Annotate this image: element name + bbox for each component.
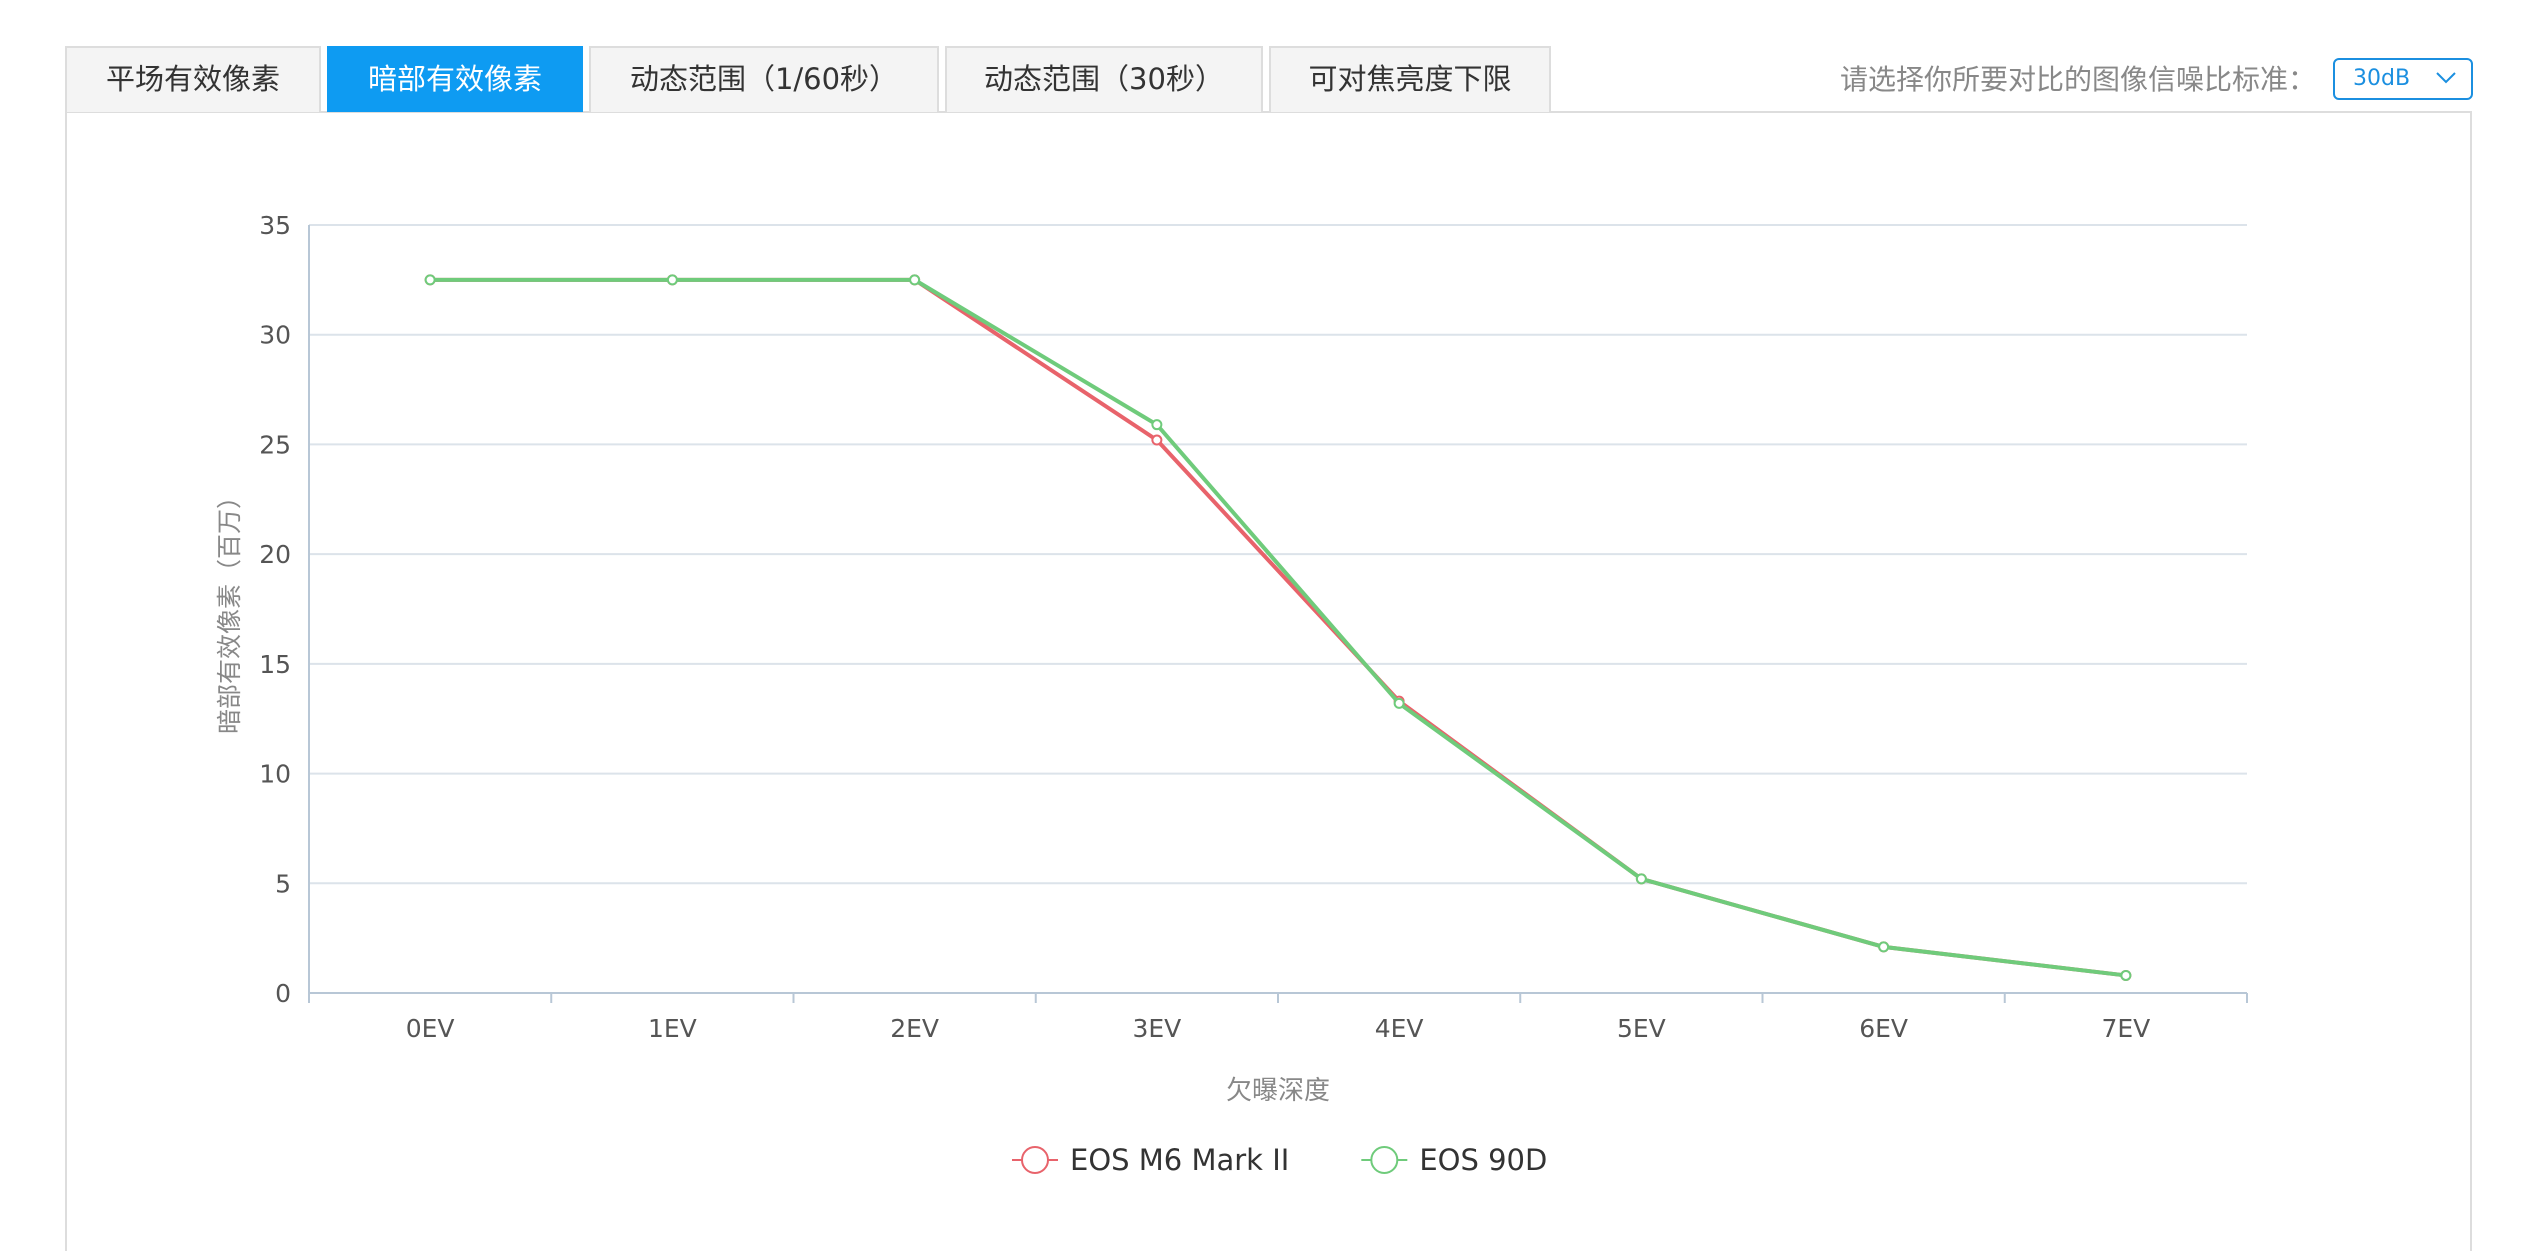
data-point <box>1878 941 1890 953</box>
legend-marker-icon <box>1021 1146 1049 1174</box>
series-line-1 <box>430 277 2127 978</box>
legend-marker-icon <box>1370 1146 1399 1174</box>
y-tick-label: 15 <box>259 650 291 679</box>
x-tick-label: 7EV <box>2101 1014 2150 1043</box>
data-point <box>1151 434 1163 446</box>
line-chart: 0 5 10 15 20 25 30 35 0EV 1EV 2EV 3EV 4EV 5EV 6EV 7EV 欠曝… <box>215 211 2248 1177</box>
y-tick-label: 20 <box>259 540 291 569</box>
y-tick-label: 5 <box>275 869 291 898</box>
data-point <box>424 274 436 286</box>
y-axis-title: 暗部有效像素（百万） <box>215 484 244 734</box>
x-tick-label: 6EV <box>1859 1014 1908 1043</box>
x-tick-label: 0EV <box>406 1014 455 1043</box>
data-point <box>909 274 921 286</box>
legend-label: EOS 90D <box>1419 1143 1547 1177</box>
data-point <box>666 274 678 286</box>
data-point <box>1393 697 1405 709</box>
y-tick-label: 0 <box>275 979 291 1008</box>
data-point <box>1635 873 1647 885</box>
y-tick-label: 10 <box>259 760 291 789</box>
y-tick-label: 30 <box>259 321 291 350</box>
y-tick-label: 35 <box>259 211 291 240</box>
x-tick-label: 5EV <box>1617 1014 1666 1043</box>
legend-label: EOS M6 Mark II <box>1070 1143 1289 1177</box>
x-axis-title: 欠曝深度 <box>1226 1076 1330 1106</box>
x-tick-label: 2EV <box>890 1014 939 1043</box>
data-point <box>2120 969 2132 981</box>
x-tick-label: 1EV <box>648 1014 697 1043</box>
data-point <box>1151 419 1163 431</box>
x-tick-label: 4EV <box>1375 1014 1424 1043</box>
x-tick-label: 3EV <box>1132 1014 1181 1043</box>
y-tick-label: 25 <box>259 430 291 459</box>
series-line-0 <box>430 277 2127 978</box>
